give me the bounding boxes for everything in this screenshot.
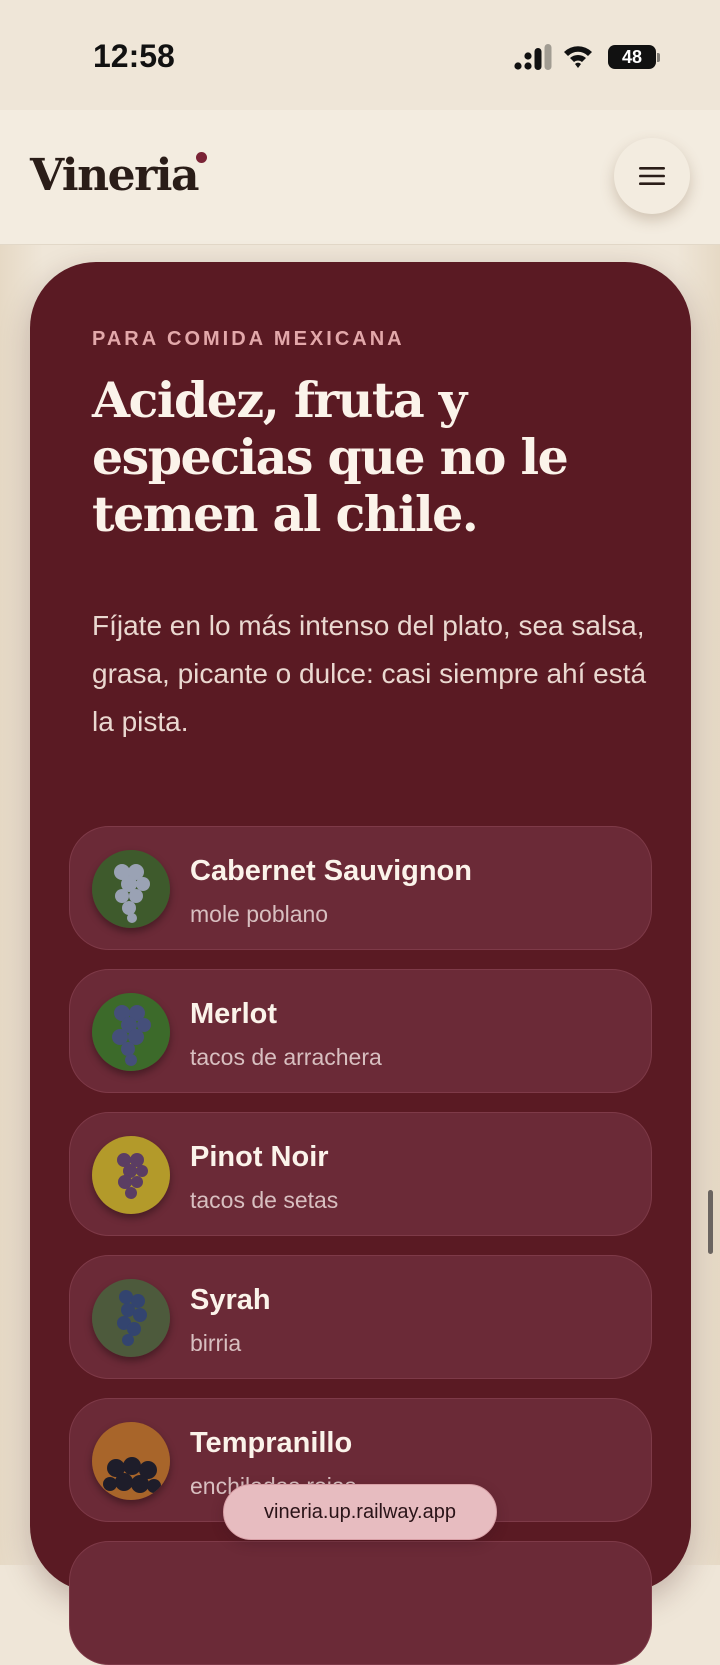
brand-logo[interactable]: Vineria — [30, 150, 199, 201]
grape-item-merlot[interactable]: Merlot tacos de arrachera — [69, 969, 652, 1093]
grape-name: Pinot Noir — [190, 1141, 329, 1173]
grape-photo-icon — [92, 1136, 170, 1214]
section-description: Fíjate en lo más intenso del plato, sea … — [92, 610, 647, 737]
section-eyebrow: PARA COMIDA MEXICANA — [92, 328, 405, 350]
grape-name: Cabernet Sauvignon — [190, 855, 472, 887]
grape-cluster-icon — [92, 1422, 170, 1500]
section-headline: Acidez, fruta y especias que no le temen… — [92, 371, 569, 543]
grape-name: Tempranillo — [190, 1427, 353, 1459]
grape-item-partial[interactable] — [69, 1541, 652, 1665]
grape-cluster-icon — [92, 1279, 170, 1357]
menu-button[interactable] — [614, 138, 690, 214]
grape-photo-icon — [92, 1422, 170, 1500]
site-header: Vineria — [0, 110, 720, 245]
grape-photo-icon — [92, 993, 170, 1071]
status-time: 12:58 — [93, 38, 175, 74]
brand-dot — [196, 152, 207, 163]
page-scrollbar[interactable] — [708, 1190, 713, 1254]
grape-photo-icon — [92, 850, 170, 928]
grape-cluster-icon — [92, 1136, 170, 1214]
battery-cap — [657, 53, 660, 62]
grape-name: Syrah — [190, 1284, 271, 1316]
grape-photo-icon — [92, 1279, 170, 1357]
grape-item-cabernet-sauvignon[interactable]: Cabernet Sauvignon mole poblano — [69, 826, 652, 950]
pairing-card: PARA COMIDA MEXICANA Acidez, fruta y esp… — [30, 262, 691, 1665]
grape-pairing: tacos de setas — [190, 1187, 339, 1213]
wifi-icon — [564, 46, 592, 68]
grape-item-pinot-noir[interactable]: Pinot Noir tacos de setas — [69, 1112, 652, 1236]
grape-cluster-icon — [92, 850, 170, 928]
hamburger-menu-icon — [639, 167, 665, 185]
battery-icon: 48 — [608, 45, 656, 69]
grape-name: Merlot — [190, 998, 277, 1030]
grape-pairing: mole poblano — [190, 901, 329, 927]
grape-cluster-icon — [92, 993, 170, 1071]
grape-item-syrah[interactable]: Syrah birria — [69, 1255, 652, 1379]
cellular-signal-icon — [514, 44, 552, 70]
grape-pairing: birria — [190, 1330, 242, 1356]
status-bar: 12:58 48 — [0, 0, 720, 110]
browser-url-bar[interactable]: vineria.up.railway.app — [223, 1484, 497, 1540]
grape-pairing: tacos de arrachera — [190, 1044, 382, 1070]
